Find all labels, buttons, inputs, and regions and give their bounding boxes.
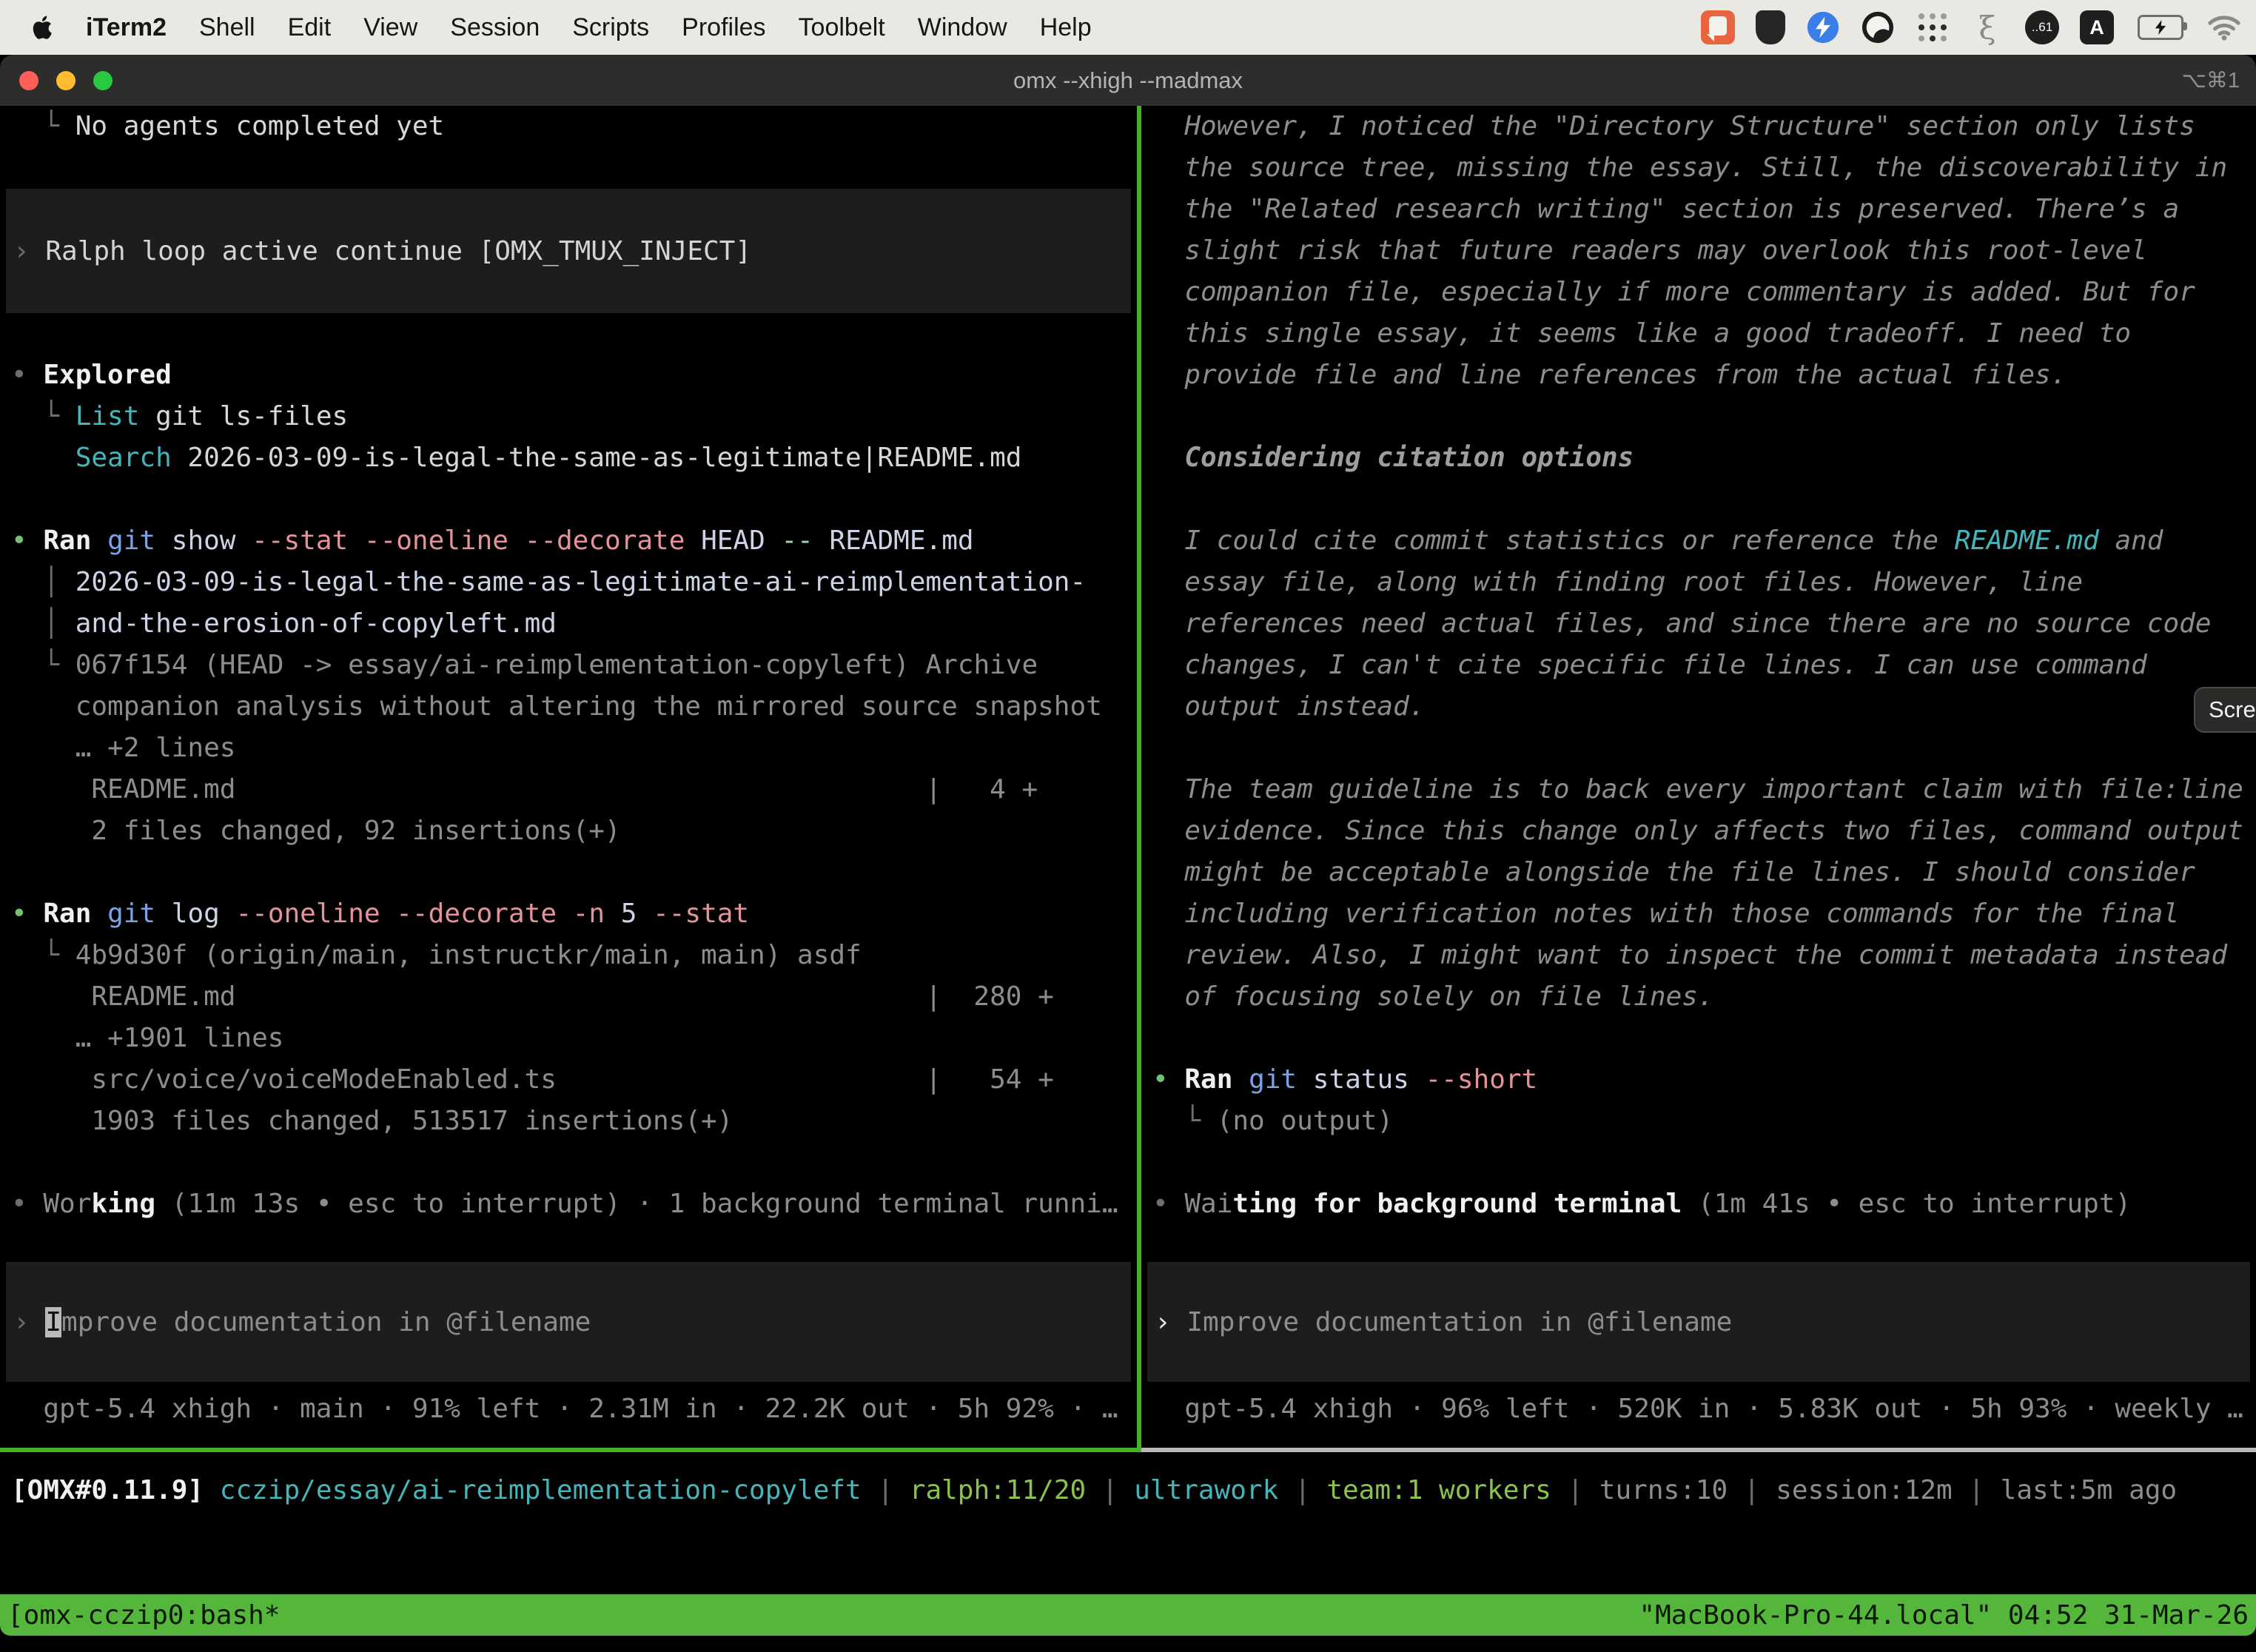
tmux-host-clock: "MacBook-Pro-44.local" 04:52 31-Mar-26 — [1639, 1600, 2256, 1631]
menu-bar-tray: ξ ..61 A — [1701, 10, 2256, 44]
pane-bottom-border-inactive — [1141, 1448, 2256, 1452]
terminal-line: the "Related research writing" section i… — [1141, 189, 2256, 230]
menu-window[interactable]: Window — [918, 13, 1007, 42]
terminal-line: provide file and line references from th… — [1141, 355, 2256, 396]
menu-iterm2[interactable]: iTerm2 — [86, 13, 167, 42]
squiggle-icon[interactable]: ξ — [1970, 10, 2004, 44]
terminal-line — [0, 479, 1137, 520]
terminal-line: └ No agents completed yet — [0, 106, 1137, 147]
terminal-line: README.md | 280 + — [0, 976, 1137, 1018]
terminal-line — [0, 1142, 1137, 1183]
terminal-line: • Ran git status --short — [1141, 1059, 2256, 1101]
menu-session[interactable]: Session — [450, 13, 540, 42]
terminal-line: • Explored — [0, 355, 1137, 396]
terminal-line: • Ran git show --stat --oneline --decora… — [0, 520, 1137, 562]
wifi-icon[interactable] — [2207, 10, 2241, 44]
apple-menu-icon[interactable] — [30, 13, 53, 41]
menu-help[interactable]: Help — [1040, 13, 1092, 42]
terminal-line: companion analysis without altering the … — [0, 686, 1137, 728]
screen-share-overlay-label: Scre — [2209, 696, 2256, 723]
terminal-line: might be acceptable alongside the file l… — [1141, 852, 2256, 893]
prompt-input-right[interactable]: › Improve documentation in @filename — [1147, 1262, 2250, 1382]
terminal-line: • Working (11m 13s • esc to interrupt) ·… — [0, 1183, 1137, 1225]
menu-shell[interactable]: Shell — [199, 13, 255, 42]
terminal-line: │ 2026-03-09-is-legal-the-same-as-legiti… — [0, 562, 1137, 603]
window-title: omx --xhigh --madmax — [0, 67, 2256, 94]
terminal-line: of focusing solely on file lines. — [1141, 976, 2256, 1018]
menu-scripts[interactable]: Scripts — [572, 13, 649, 42]
terminal-line: evidence. Since this change only affects… — [1141, 810, 2256, 852]
menu-profiles[interactable]: Profiles — [682, 13, 765, 42]
injected-prompt-banner: › Ralph loop active continue [OMX_TMUX_I… — [6, 189, 1131, 313]
terminal-line — [1141, 479, 2256, 520]
terminal-line: including verification notes with those … — [1141, 893, 2256, 935]
screen-share-icon[interactable] — [1701, 10, 1735, 44]
tmux-status-bar: [omx-cczip0:bash* "MacBook-Pro-44.local"… — [0, 1594, 2256, 1636]
terminal-line: the source tree, missing the essay. Stil… — [1141, 147, 2256, 189]
terminal-line — [0, 852, 1137, 893]
terminal-line: The team guideline is to back every impo… — [1141, 769, 2256, 810]
menu-toolbelt[interactable]: Toolbelt — [799, 13, 885, 42]
screen-share-overlay-chip[interactable]: Scre — [2195, 688, 2256, 731]
terminal-line: └ 067f154 (HEAD -> essay/ai-reimplementa… — [0, 645, 1137, 686]
terminal-line — [0, 147, 1137, 189]
pane-right-scrollback: However, I noticed the "Directory Struct… — [1141, 106, 2256, 1225]
terminal-line: └ 4b9d30f (origin/main, instructkr/main,… — [0, 935, 1137, 976]
terminal-line: references need actual files, and since … — [1141, 603, 2256, 645]
pane-left-scrollback: └ No agents completed yet › Ralph loop ac… — [0, 106, 1137, 1225]
terminal-pane-left[interactable]: └ No agents completed yet › Ralph loop ac… — [0, 106, 1137, 1448]
moon-circle-icon[interactable] — [1861, 10, 1895, 44]
menu-bar: iTerm2 Shell Edit View Session Scripts P… — [0, 0, 2256, 55]
terminal-line: src/voice/voiceModeEnabled.ts | 54 + — [0, 1059, 1137, 1101]
agent-status-left: gpt-5.4 xhigh · main · 91% left · 2.31M … — [0, 1389, 1118, 1430]
terminal-line — [1141, 1142, 2256, 1183]
keyboard-layout-icon[interactable]: A — [2080, 10, 2114, 44]
prompt-input-left[interactable]: › Improve documentation in @filename — [6, 1262, 1131, 1382]
terminal-line: • Waiting for background terminal (1m 41… — [1141, 1183, 2256, 1225]
terminal-line: companion file, especially if more comme… — [1141, 272, 2256, 313]
terminal-line: review. Also, I might want to inspect th… — [1141, 935, 2256, 976]
terminal-line: output instead. — [1141, 686, 2256, 728]
terminal-line: README.md | 4 + — [0, 769, 1137, 810]
terminal-line — [0, 313, 1137, 355]
terminal-line: Search 2026-03-09-is-legal-the-same-as-l… — [0, 437, 1137, 479]
terminal-pane-right[interactable]: However, I noticed the "Directory Struct… — [1141, 106, 2256, 1448]
window-title-bar: omx --xhigh --madmax ⌥⌘1 — [0, 55, 2256, 106]
terminal-line: slight risk that future readers may over… — [1141, 230, 2256, 272]
desktop: iTerm2 Shell Edit View Session Scripts P… — [0, 0, 2256, 1652]
terminal-line: 2 files changed, 92 insertions(+) — [0, 810, 1137, 852]
lightning-badge-icon[interactable] — [1806, 10, 1840, 44]
shield-grid-icon[interactable] — [1756, 10, 1785, 44]
battery-percent-badge[interactable]: ..61 — [2025, 10, 2059, 44]
tmux-session-window[interactable]: [omx-cczip0:bash* — [0, 1600, 280, 1631]
menu-edit[interactable]: Edit — [288, 13, 332, 42]
terminal-line: └ List git ls-files — [0, 396, 1137, 437]
terminal-line — [1141, 728, 2256, 769]
terminal-line: However, I noticed the "Directory Struct… — [1141, 106, 2256, 147]
terminal-line: • Ran git log --oneline --decorate -n 5 … — [0, 893, 1137, 935]
menu-view[interactable]: View — [363, 13, 417, 42]
terminal-line: I could cite commit statistics or refere… — [1141, 520, 2256, 562]
window-shortcut-badge: ⌥⌘1 — [2181, 67, 2240, 93]
pane-bottom-border-active — [0, 1448, 1141, 1452]
menu-items: iTerm2 Shell Edit View Session Scripts P… — [86, 13, 1092, 42]
terminal-line — [1141, 1018, 2256, 1059]
terminal-line — [1141, 396, 2256, 437]
terminal-line: changes, I can't cite specific file line… — [1141, 645, 2256, 686]
agent-status-right: gpt-5.4 xhigh · 96% left · 520K in · 5.8… — [1141, 1389, 2243, 1430]
dots-grid-icon[interactable] — [1916, 10, 1950, 44]
terminal-line: 1903 files changed, 513517 insertions(+) — [0, 1101, 1137, 1142]
terminal-line: Considering citation options — [1141, 437, 2256, 479]
omx-status-line: [OMX#0.11.9] cczip/essay/ai-reimplementa… — [0, 1470, 2256, 1511]
battery-icon[interactable] — [2135, 10, 2186, 44]
terminal-line: │ and-the-erosion-of-copyleft.md — [0, 603, 1137, 645]
terminal-line: essay file, along with finding root file… — [1141, 562, 2256, 603]
terminal-line: this single essay, it seems like a good … — [1141, 313, 2256, 355]
terminal-line: … +1901 lines — [0, 1018, 1137, 1059]
terminal-line: … +2 lines — [0, 728, 1137, 769]
terminal-line: └ (no output) — [1141, 1101, 2256, 1142]
